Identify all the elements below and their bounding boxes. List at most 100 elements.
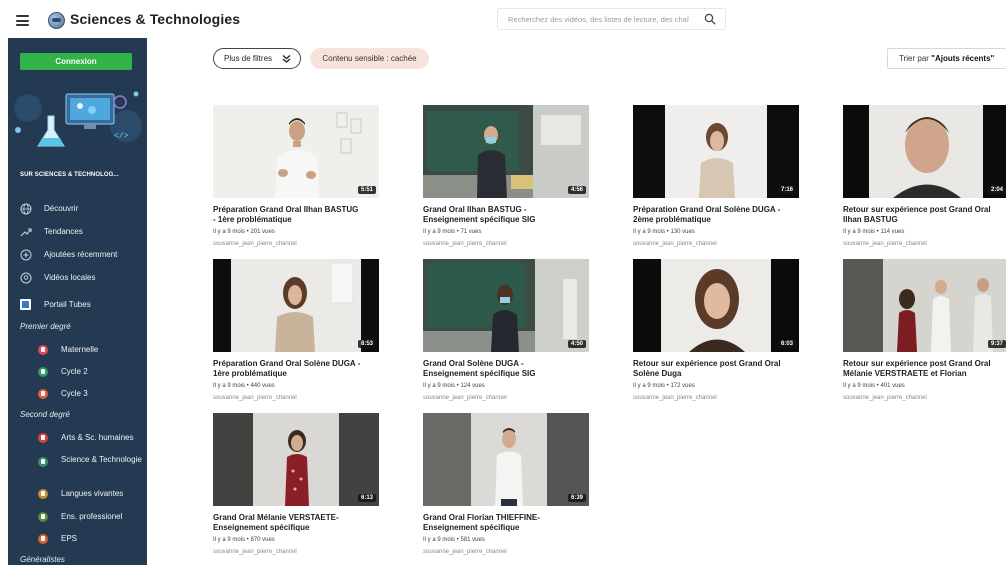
video-thumbnail[interactable] [423,259,589,352]
more-filters-label: Plus de filtres [224,54,273,63]
video-duration: 4:56 [568,186,587,194]
channel-avatar-icon [38,534,48,544]
sidebar: Connexion </> SUR SCIENCES & TECHNOLOG..… [8,38,147,565]
video-title[interactable]: Grand Oral Solène DUGA - Enseignement sp… [423,359,573,379]
sidebar-item-label: Science & Technologie [61,455,142,464]
video-duration: 4:50 [568,340,587,348]
video-channel[interactable]: souvanne_jean_pierre_channel [633,395,717,401]
video-meta: Il y a 9 mois • 581 vues [423,537,485,543]
more-filters-button[interactable]: Plus de filtres [213,48,301,69]
search-input[interactable] [508,12,693,27]
channel-avatar-icon [38,512,48,522]
video-channel[interactable]: souvanne_jean_pierre_channel [213,549,297,555]
channel-avatar-icon [38,433,48,443]
video-meta: Il y a 9 mois • 114 vues [843,229,905,235]
sidebar-item-arts-sciences-humaines[interactable]: Arts & Sc. humaines [8,430,147,448]
video-title[interactable]: Préparation Grand Oral Solène DUGA - 1èr… [213,359,363,379]
sidebar-item-cycle-2[interactable]: Cycle 2 [8,364,147,382]
site-logo[interactable] [48,12,65,29]
video-channel[interactable]: souvanne_jean_pierre_channel [423,241,507,247]
site-title[interactable]: Sciences & Technologies [70,11,240,27]
video-meta: Il y a 9 mois • 130 vues [633,229,695,235]
video-title[interactable]: Préparation Grand Oral Solène DUGA - 2èm… [633,205,783,225]
video-meta: Il y a 9 mois • 124 vues [423,383,485,389]
video-duration: 5:51 [358,186,377,194]
video-duration: 9:37 [988,340,1006,348]
video-thumbnail[interactable] [843,259,1006,352]
sidebar-item-label: Portail Tubes [44,300,91,309]
video-channel[interactable]: souvanne_jean_pierre_channel [633,241,717,247]
sidebar-item-tubes-portal[interactable]: Portail Tubes [8,296,147,314]
sort-prefix: Trier par [899,54,929,63]
sidebar-item-local-videos[interactable]: Vidéos locales [8,269,147,287]
trending-icon [20,228,32,237]
sidebar-item-label: Vidéos locales [44,273,96,282]
sidebar-item-cycle-3[interactable]: Cycle 3 [8,386,147,404]
video-duration: 8:53 [358,340,377,348]
sidebar-item-label: Cycle 3 [61,389,88,398]
channel-avatar-icon [38,345,48,355]
video-thumbnail[interactable] [213,105,379,198]
video-duration: 2:04 [988,186,1006,194]
channel-avatar-icon [38,389,48,399]
video-meta: Il y a 9 mois • 201 vues [213,229,275,235]
sidebar-item-langues-vivantes[interactable]: Langues vivantes [8,486,147,504]
sidebar-item-maternelle[interactable]: Maternelle [8,342,147,360]
sidebar-item-label: Arts & Sc. humaines [61,433,134,442]
video-meta: Il y a 9 mois • 870 vues [213,537,275,543]
sensitive-content-chip[interactable]: Contenu sensible : cachée [310,48,429,69]
video-channel[interactable]: souvanne_jean_pierre_channel [423,549,507,555]
video-channel[interactable]: souvanne_jean_pierre_channel [423,395,507,401]
top-bar: Sciences & Technologies [0,0,1006,40]
search-icon[interactable] [704,13,716,25]
plus-circle-icon [20,249,32,261]
sidebar-item-label: EPS [61,534,78,543]
channel-avatar-icon [38,489,48,499]
video-duration: 6:39 [568,494,587,502]
sidebar-item-recently-added[interactable]: Ajoutées récemment [8,246,147,264]
science-banner-illustration: </> [8,86,147,154]
sidebar-item-label: Maternelle [61,345,99,354]
tube-icon [20,299,31,310]
section-title-generalistes: Généralistes [20,555,65,564]
sidebar-item-eps[interactable]: EPS [8,531,147,549]
video-thumbnail[interactable] [423,413,589,506]
hamburger-menu-icon[interactable] [16,15,29,26]
video-thumbnail[interactable] [843,105,1006,198]
sort-value: "Ajouts récents" [931,54,995,63]
sidebar-item-trending[interactable]: Tendances [8,223,147,241]
video-thumbnail[interactable] [633,105,799,198]
login-button[interactable]: Connexion [20,53,132,70]
video-meta: Il y a 9 mois • 71 vues [423,229,482,235]
chevron-double-down-icon [282,55,291,63]
video-title[interactable]: Grand Oral Mélanie VERSTAETE- Enseigneme… [213,513,363,533]
sidebar-item-label: Découvrir [44,204,79,213]
video-title[interactable]: Retour sur expérience post Grand Oral So… [633,359,783,379]
globe-icon [20,203,32,215]
video-channel[interactable]: souvanne_jean_pierre_channel [213,395,297,401]
video-thumbnail[interactable] [213,413,379,506]
video-thumbnail[interactable] [423,105,589,198]
svg-text:</>: </> [114,132,129,141]
video-title[interactable]: Préparation Grand Oral Ilhan BASTUG - 1è… [213,205,363,225]
sidebar-item-ens-professionel[interactable]: Ens. professionel [8,509,147,527]
video-title[interactable]: Retour sur expérience post Grand Oral Mé… [843,359,993,379]
video-channel[interactable]: souvanne_jean_pierre_channel [843,241,927,247]
section-title-premier-degre: Premier degré [20,322,71,331]
video-thumbnail[interactable] [213,259,379,352]
sidebar-item-science-technologie[interactable]: Science & Technologie [8,454,147,480]
video-thumbnail[interactable] [633,259,799,352]
video-channel[interactable]: souvanne_jean_pierre_channel [843,395,927,401]
video-channel[interactable]: souvanne_jean_pierre_channel [213,241,297,247]
about-instance-link[interactable]: SUR SCIENCES & TECHNOLOG... [20,172,119,178]
video-title[interactable]: Grand Oral Ilhan BASTUG - Enseignement s… [423,205,573,225]
sidebar-item-label: Langues vivantes [61,489,124,498]
sidebar-item-label: Ens. professionel [61,512,123,521]
sidebar-item-label: Tendances [44,227,83,236]
sort-button[interactable]: Trier par "Ajouts récents" [887,48,1006,69]
video-meta: Il y a 9 mois • 172 vues [633,383,695,389]
video-title[interactable]: Retour sur expérience post Grand Oral Il… [843,205,993,225]
video-title[interactable]: Grand Oral Florian THIEFFINE- Enseigneme… [423,513,573,533]
sidebar-item-discover[interactable]: Découvrir [8,200,147,218]
search-box [497,8,726,30]
